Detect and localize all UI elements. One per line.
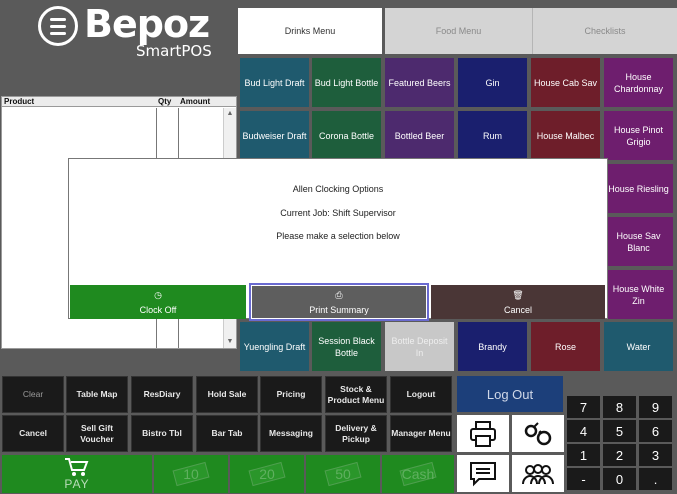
- tab-drinks-menu[interactable]: Drinks Menu: [238, 8, 382, 54]
- tab-food-menu[interactable]: Food Menu: [385, 8, 533, 54]
- manager-menu-button[interactable]: Manager Menu: [390, 415, 452, 452]
- pay-50-button[interactable]: 50: [306, 455, 380, 493]
- bar-tab-button[interactable]: Bar Tab: [196, 415, 258, 452]
- menu-btn-brandy[interactable]: Brandy: [458, 322, 527, 371]
- numpad-1[interactable]: 1: [567, 444, 600, 466]
- tab-checklists[interactable]: Checklists: [533, 8, 677, 54]
- dialog-title: Allen Clocking Options: [292, 184, 384, 194]
- numpad-8[interactable]: 8: [603, 396, 636, 418]
- hold-sale-button[interactable]: Hold Sale: [196, 376, 258, 413]
- clock-icon: ◷: [154, 289, 162, 300]
- menu-btn-rum[interactable]: Rum: [458, 111, 527, 160]
- bistro-tbl-button[interactable]: Bistro Tbl: [131, 415, 193, 452]
- resdiary-button[interactable]: ResDiary: [131, 376, 193, 413]
- numpad-6[interactable]: 6: [639, 420, 672, 442]
- menu-icon[interactable]: [38, 6, 78, 46]
- delivery-pickup-button[interactable]: Delivery & Pickup: [325, 415, 387, 452]
- menu-btn-house-cab-sav[interactable]: House Cab Sav: [531, 58, 600, 107]
- shopping-cart-icon: [65, 458, 89, 476]
- menu-btn-bottled-beer[interactable]: Bottled Beer: [385, 111, 454, 160]
- menu-btn-house-pinot-grigio[interactable]: House Pinot Grigio: [604, 111, 673, 160]
- brand-logo: Bepoz SmartPOS: [0, 0, 238, 92]
- numpad-minus[interactable]: -: [567, 468, 600, 490]
- clock-off-button[interactable]: ◷ Clock Off: [70, 285, 246, 319]
- users-icon: [522, 463, 554, 484]
- order-header: Product Qty Amount: [2, 97, 236, 107]
- clocking-options-dialog: Allen Clocking Options Current Job: Shif…: [68, 158, 608, 321]
- log-out-button[interactable]: Log Out: [457, 376, 563, 412]
- menu-btn-featured-beers[interactable]: Featured Beers: [385, 58, 454, 107]
- menu-btn-house-riesling[interactable]: House Riesling: [604, 164, 673, 213]
- dialog-prompt: Please make a selection below: [276, 231, 400, 241]
- dialog-current-job: Current Job: Shift Supervisor: [280, 208, 396, 218]
- menu-btn-gin[interactable]: Gin: [458, 58, 527, 107]
- numpad-9[interactable]: 9: [639, 396, 672, 418]
- menu-btn-corona-bottle[interactable]: Corona Bottle: [312, 111, 381, 160]
- brand-sub: SmartPOS: [136, 42, 212, 60]
- numpad-0[interactable]: 0: [603, 468, 636, 490]
- numpad-7[interactable]: 7: [567, 396, 600, 418]
- printer-icon: [470, 420, 496, 447]
- print-button[interactable]: [457, 415, 509, 452]
- message-icon: [470, 461, 496, 486]
- menu-btn-house-white-zin[interactable]: House White Zin: [604, 270, 673, 319]
- col-qty: Qty: [158, 97, 172, 106]
- menu-btn-water[interactable]: Water: [604, 322, 673, 371]
- printer-icon: ⎙: [335, 289, 343, 300]
- cash-button[interactable]: Cash: [382, 455, 454, 493]
- cancel-sale-button[interactable]: Cancel: [2, 415, 64, 452]
- scroll-up-icon[interactable]: ▲: [224, 108, 236, 120]
- menu-btn-bud-light-bottle[interactable]: Bud Light Bottle: [312, 58, 381, 107]
- pricing-button[interactable]: Pricing: [260, 376, 322, 413]
- col-amount: Amount: [180, 97, 211, 106]
- cancel-dialog-button[interactable]: 🗑 Cancel: [431, 285, 605, 319]
- pay-button[interactable]: PAY: [2, 455, 152, 493]
- print-summary-button[interactable]: ⎙ Print Summary: [249, 283, 429, 321]
- stock-product-menu-button[interactable]: Stock & Product Menu: [325, 376, 387, 413]
- pay-10-button[interactable]: 10: [154, 455, 228, 493]
- customers-button[interactable]: [512, 455, 564, 492]
- numpad-dot[interactable]: .: [639, 468, 672, 490]
- scroll-down-icon[interactable]: ▼: [224, 336, 236, 348]
- sell-gift-voucher-button[interactable]: Sell Gift Voucher: [66, 415, 128, 452]
- numpad-2[interactable]: 2: [603, 444, 636, 466]
- pay-label: PAY: [64, 477, 90, 491]
- numpad-3[interactable]: 3: [639, 444, 672, 466]
- messages-button[interactable]: [457, 455, 509, 492]
- handcuffs-button[interactable]: [512, 415, 564, 452]
- menu-btn-session-black-bottle[interactable]: Session Black Bottle: [312, 322, 381, 371]
- menu-tabs: Drinks Menu Food Menu Checklists: [238, 8, 677, 54]
- menu-btn-house-sav-blanc[interactable]: House Sav Blanc: [604, 217, 673, 266]
- messaging-button[interactable]: Messaging: [260, 415, 322, 452]
- col-product: Product: [4, 97, 35, 106]
- menu-btn-bud-light-draft[interactable]: Bud Light Draft: [240, 58, 309, 107]
- menu-btn-house-chardonnay[interactable]: House Chardonnay: [604, 58, 673, 107]
- handcuffs-icon: [524, 421, 552, 445]
- menu-btn-yuengling-draft[interactable]: Yuengling Draft: [240, 322, 309, 371]
- numpad-5[interactable]: 5: [603, 420, 636, 442]
- menu-btn-bottle-deposit-in[interactable]: Bottle Deposit In: [385, 322, 454, 371]
- logout-function-button[interactable]: Logout: [390, 376, 452, 413]
- brand-name: Bepoz: [84, 2, 210, 46]
- numpad-4[interactable]: 4: [567, 420, 600, 442]
- table-map-button[interactable]: Table Map: [66, 376, 128, 413]
- menu-btn-rose[interactable]: Rose: [531, 322, 600, 371]
- trash-icon: 🗑: [512, 289, 524, 300]
- menu-btn-house-malbec[interactable]: House Malbec: [531, 111, 600, 160]
- pay-20-button[interactable]: 20: [230, 455, 304, 493]
- menu-btn-budweiser-draft[interactable]: Budweiser Draft: [240, 111, 309, 160]
- clear-button[interactable]: Clear: [2, 376, 64, 413]
